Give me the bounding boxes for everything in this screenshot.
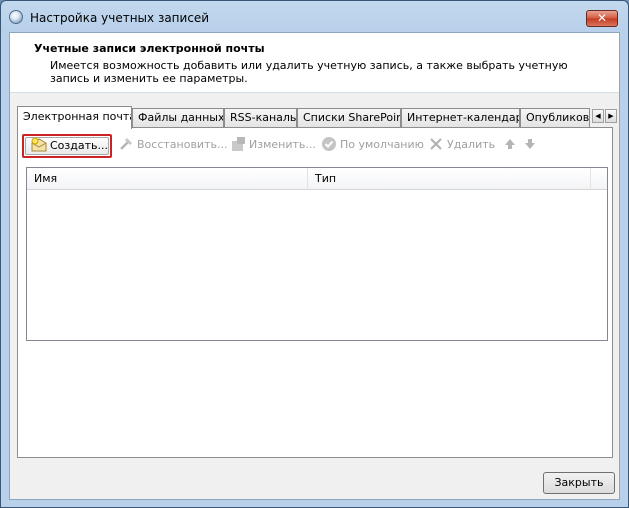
- accounts-list[interactable]: Имя Тип: [26, 167, 608, 341]
- accounts-toolbar: Создать... Восстановить... Изменить... П…: [22, 134, 602, 158]
- email-tab-panel: Создать... Восстановить... Изменить... П…: [17, 127, 613, 458]
- edit-button[interactable]: Изменить...: [230, 134, 316, 158]
- tab-scroll-left-icon[interactable]: ◀: [592, 109, 604, 123]
- tab-strip: Электронная почта Файлы данных RSS-канал…: [17, 106, 617, 129]
- header-description: Имеется возможность добавить или удалить…: [50, 59, 568, 85]
- edit-button-label: Изменить...: [249, 138, 316, 151]
- header-title: Учетные записи электронной почты: [34, 42, 265, 55]
- tab-rss-feeds[interactable]: RSS-каналы: [224, 108, 297, 128]
- create-button[interactable]: Создать...: [22, 134, 112, 158]
- arrow-up-icon: [505, 139, 515, 149]
- column-header-type[interactable]: Тип: [308, 168, 591, 190]
- tab-sharepoint-lists[interactable]: Списки SharePoint: [297, 108, 401, 128]
- restore-button-label: Восстановить...: [137, 138, 228, 151]
- set-default-button[interactable]: По умолчанию: [321, 134, 424, 158]
- edit-icon: [232, 137, 245, 151]
- close-dialog-button[interactable]: Закрыть: [543, 472, 615, 494]
- dialog-body: Учетные записи электронной почты Имеется…: [9, 32, 620, 500]
- tab-data-files[interactable]: Файлы данных: [132, 108, 224, 128]
- window-close-button[interactable]: ✕: [586, 10, 618, 27]
- delete-button[interactable]: Удалить: [428, 134, 495, 158]
- set-default-button-label: По умолчанию: [340, 138, 424, 151]
- close-icon: ✕: [596, 11, 608, 25]
- delete-button-label: Удалить: [447, 138, 496, 151]
- new-account-icon: [31, 137, 47, 152]
- header-area: Учетные записи электронной почты Имеется…: [10, 33, 619, 93]
- restore-button[interactable]: Восстановить...: [118, 134, 227, 158]
- tab-email[interactable]: Электронная почта: [17, 106, 132, 129]
- column-header-name[interactable]: Имя: [27, 168, 308, 190]
- outlook-app-icon: [9, 10, 23, 24]
- move-up-button[interactable]: [502, 134, 521, 158]
- move-down-button[interactable]: [522, 134, 541, 158]
- repair-icon: [120, 138, 132, 150]
- tab-scroll-right-icon[interactable]: ▶: [605, 109, 617, 123]
- title-bar[interactable]: Настройка учетных записей ✕: [1, 1, 628, 31]
- delete-icon: [430, 138, 442, 150]
- account-settings-window: Настройка учетных записей ✕ Учетные запи…: [0, 0, 629, 508]
- tab-internet-calendars[interactable]: Интернет-календари: [401, 108, 520, 128]
- checkmark-icon: [322, 137, 336, 151]
- tab-published-calendars[interactable]: Опубликова: [520, 108, 590, 128]
- window-title: Настройка учетных записей: [30, 11, 210, 25]
- arrow-down-icon: [525, 139, 535, 149]
- list-header: Имя Тип: [27, 168, 607, 190]
- create-button-label: Создать...: [50, 139, 108, 152]
